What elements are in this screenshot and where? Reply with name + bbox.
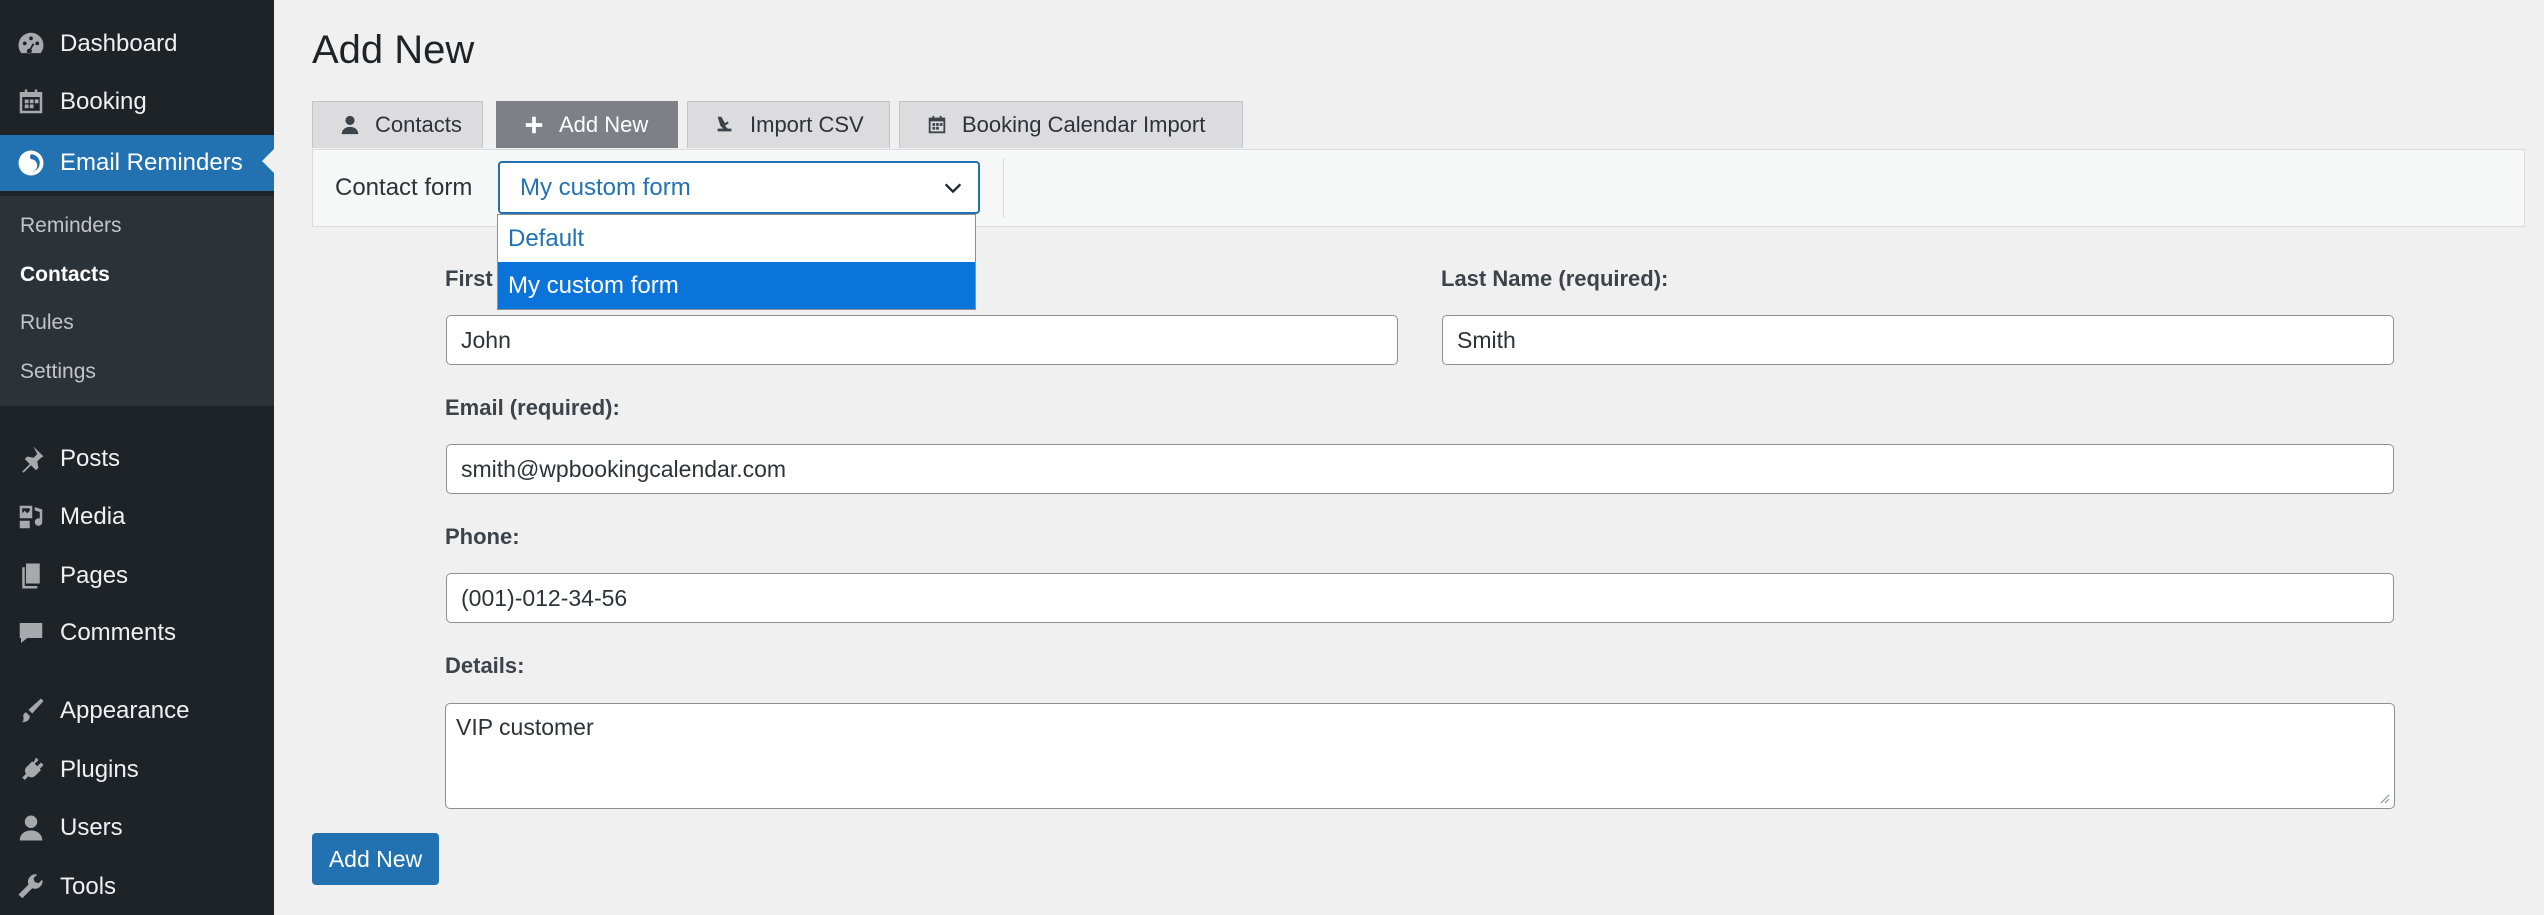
details-textarea[interactable]: VIP customer xyxy=(445,703,2395,809)
comment-icon xyxy=(14,616,48,650)
tab-label: Import CSV xyxy=(750,112,864,137)
email-label: Email (required): xyxy=(445,395,620,420)
last-name-value: Smith xyxy=(1457,326,1516,353)
sidebar-item-pages[interactable]: Pages xyxy=(0,550,274,602)
sidebar-item-plugins[interactable]: Plugins xyxy=(0,744,274,796)
sidebar-item-email-reminders[interactable]: Email Reminders xyxy=(0,135,274,191)
import-icon xyxy=(717,116,732,132)
plus-icon xyxy=(525,116,543,134)
details-value: VIP customer xyxy=(456,714,594,740)
booking-calendar-icon xyxy=(14,85,48,119)
last-name-field[interactable]: Smith xyxy=(1442,315,2394,365)
submenu-item-reminders[interactable]: Reminders xyxy=(20,206,122,246)
dropdown-option-default[interactable]: Default xyxy=(498,215,975,262)
first-name-field[interactable]: John xyxy=(446,315,1398,365)
sidebar-item-media[interactable]: Media xyxy=(0,491,274,543)
user-icon xyxy=(14,811,48,845)
media-icon xyxy=(14,500,48,534)
submenu-item-rules[interactable]: Rules xyxy=(20,303,74,343)
phone-field[interactable]: (001)-012-34-56 xyxy=(446,573,2394,623)
sidebar-item-label: Appearance xyxy=(60,697,190,724)
tab-label: Contacts xyxy=(375,112,462,137)
sidebar-item-label: Posts xyxy=(60,445,121,472)
sidebar-item-label: Plugins xyxy=(60,756,139,783)
tab-label: Booking Calendar Import xyxy=(962,112,1206,137)
sidebar-item-posts[interactable]: Posts xyxy=(0,433,274,485)
sidebar-item-label: Comments xyxy=(60,619,177,646)
last-name-label: Last Name (required): xyxy=(1441,266,1669,291)
wrench-icon xyxy=(14,870,48,904)
sidebar-item-label: Email Reminders xyxy=(60,149,243,176)
sidebar-item-dashboard[interactable]: Dashboard xyxy=(0,18,274,70)
first-name-value: John xyxy=(461,326,511,353)
divider xyxy=(1003,158,1004,218)
details-label: Details: xyxy=(445,653,525,678)
pin-icon xyxy=(14,442,48,476)
submenu-item-contacts[interactable]: Contacts xyxy=(20,255,110,295)
page-title: Add New xyxy=(312,28,475,72)
sidebar-submenu: Reminders Contacts Rules Settings xyxy=(0,196,274,406)
sidebar-item-label: Media xyxy=(60,503,126,530)
sidebar-item-tools[interactable]: Tools xyxy=(0,861,274,913)
sidebar-item-label: Users xyxy=(60,814,123,841)
sidebar-item-appearance[interactable]: Appearance xyxy=(0,685,274,737)
admin-sidebar: Dashboard Booking Email Reminders Remind… xyxy=(0,0,274,915)
brush-icon xyxy=(14,694,48,728)
submenu-item-settings[interactable]: Settings xyxy=(20,352,96,392)
email-field[interactable]: smith@wpbookingcalendar.com xyxy=(446,444,2394,494)
tab-add-new[interactable]: Add New xyxy=(496,101,678,148)
add-new-button[interactable]: Add New xyxy=(312,833,439,885)
resize-grip-icon[interactable] xyxy=(2378,792,2390,804)
dropdown-option-my-custom-form[interactable]: My custom form xyxy=(498,262,975,309)
phone-value: (001)-012-34-56 xyxy=(461,584,628,611)
calendar-icon xyxy=(928,115,946,134)
chevron-down-icon xyxy=(944,183,962,194)
tab-booking-calendar-import[interactable]: Booking Calendar Import xyxy=(899,101,1243,148)
contact-form-dropdown: Default My custom form xyxy=(497,214,976,310)
user-icon xyxy=(341,115,359,135)
tab-import-csv[interactable]: Import CSV xyxy=(687,101,890,148)
first-name-label: First xyxy=(445,266,493,291)
select-value: My custom form xyxy=(520,173,691,201)
sidebar-item-label: Tools xyxy=(60,873,117,900)
phone-label: Phone: xyxy=(445,524,520,549)
sidebar-item-label: Pages xyxy=(60,562,129,589)
contact-form-select[interactable]: My custom form xyxy=(498,161,980,214)
pages-icon xyxy=(14,559,48,593)
dashboard-icon xyxy=(14,27,48,61)
sidebar-item-users[interactable]: Users xyxy=(0,802,274,854)
contact-form-label: Contact form xyxy=(335,174,473,201)
sidebar-item-booking[interactable]: Booking xyxy=(0,76,274,128)
email-value: smith@wpbookingcalendar.com xyxy=(461,455,787,482)
sidebar-item-label: Dashboard xyxy=(60,30,178,57)
sidebar-item-label: Booking xyxy=(60,88,147,115)
email-reminders-icon xyxy=(14,146,48,180)
tab-contacts[interactable]: Contacts xyxy=(312,101,483,148)
sidebar-item-comments[interactable]: Comments xyxy=(0,607,274,659)
tab-label: Add New xyxy=(559,112,649,137)
plug-icon xyxy=(14,753,48,787)
